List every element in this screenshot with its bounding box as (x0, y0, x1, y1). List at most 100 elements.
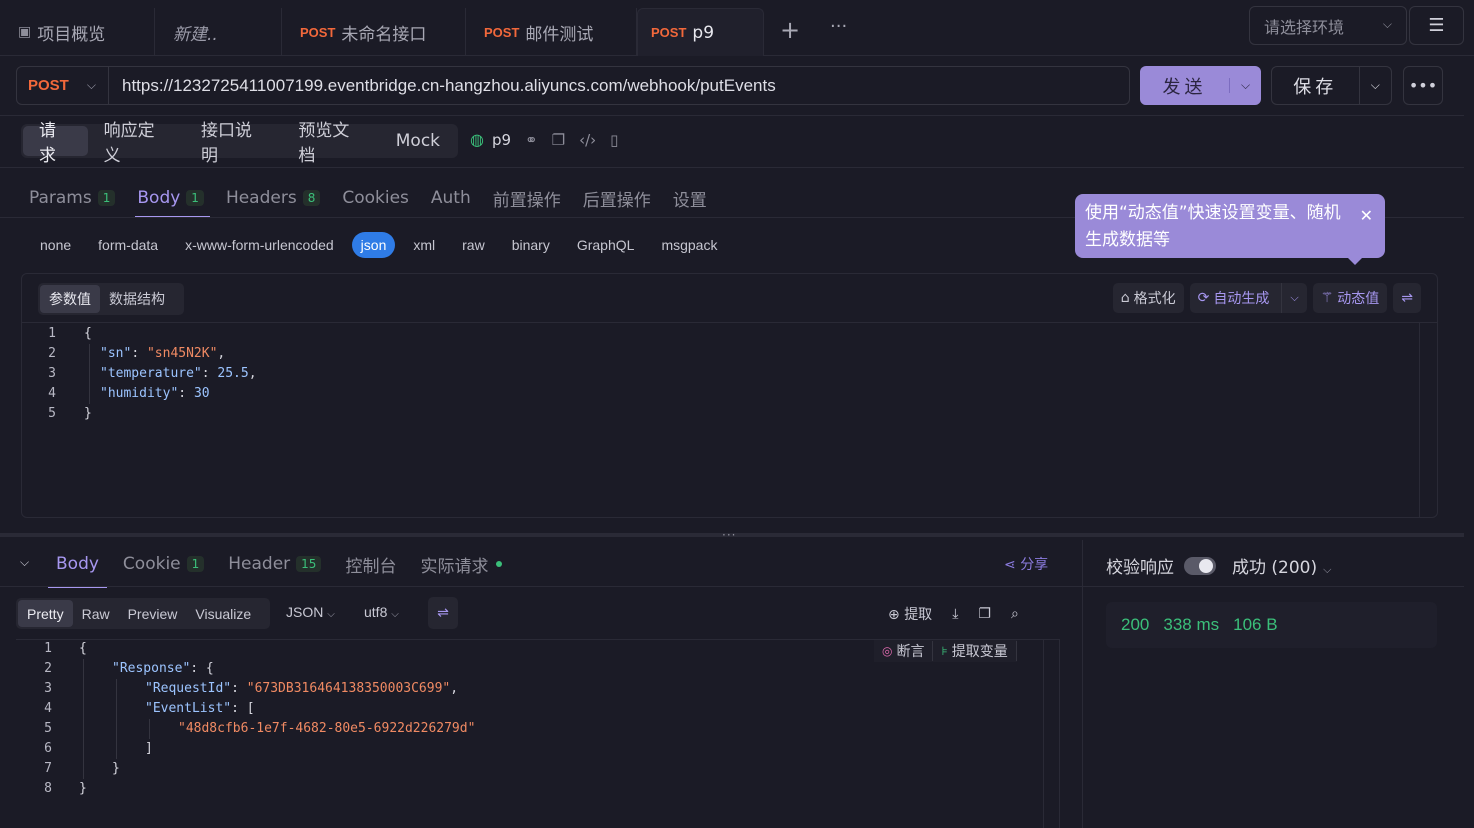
more-tabs-icon[interactable]: ··· (830, 16, 847, 37)
environment-select[interactable]: 请选择环境 ⌵ (1249, 6, 1407, 45)
tab-console[interactable]: 控制台 (345, 546, 396, 582)
link-icon[interactable]: ⚭ (525, 131, 538, 149)
tab-response-header[interactable]: Header 15 (228, 546, 322, 582)
tab-post-actions[interactable]: 后置操作 (583, 180, 651, 216)
copy-icon[interactable]: ❐ (978, 606, 991, 622)
indent-guide (149, 719, 150, 739)
response-size: 106 B (1233, 615, 1278, 634)
tab-mock[interactable]: Mock (380, 126, 456, 156)
chevron-down-icon[interactable]: ⌵ (1229, 78, 1261, 93)
tab-preview-doc[interactable]: 预览文档 (282, 121, 379, 166)
body-type-graphql[interactable]: GraphQL (577, 237, 635, 253)
status-dot (496, 561, 503, 567)
code-icon[interactable]: ‹/› (579, 131, 596, 149)
box-icon: ▣ (18, 24, 32, 40)
add-tab-icon[interactable]: + (780, 16, 800, 44)
tab-params[interactable]: Params 1 (29, 180, 116, 216)
tab-settings[interactable]: 设置 (673, 180, 707, 216)
scrollbar[interactable] (1043, 640, 1044, 828)
status-select[interactable]: 成功 (200) ⌵ (1232, 553, 1331, 578)
wrap-icon[interactable]: ⇌ (428, 597, 458, 629)
url-input[interactable]: https://1232725411007199.eventbridge.cn-… (109, 76, 776, 96)
indent-guide (83, 659, 84, 779)
tab-auth[interactable]: Auth (431, 180, 471, 216)
tab-response-cookie[interactable]: Cookie 1 (123, 546, 205, 582)
tab-mail-test[interactable]: POST 邮件测试 (466, 8, 637, 56)
status-code: 200 (1121, 615, 1150, 634)
verify-toggle[interactable] (1184, 556, 1216, 575)
tab-cookies[interactable]: Cookies (342, 180, 409, 216)
send-button[interactable]: 发送 ⌵ (1140, 66, 1261, 105)
magic-wand-icon: ⚚ (1320, 290, 1334, 306)
tab-api-description[interactable]: 接口说明 (185, 121, 282, 166)
tab-actual-request[interactable]: 实际请求 (420, 546, 503, 582)
collapse-chevron-icon[interactable]: ⌵ (20, 555, 29, 570)
response-tabs: Body Cookie 1 Header 15 控制台 实际请求 (48, 546, 526, 588)
chevron-down-icon: ⌵ (1382, 17, 1392, 31)
tab-response-definition[interactable]: 响应定义 (88, 121, 185, 166)
method-select[interactable]: POST ⌵ (17, 67, 109, 104)
divider (0, 167, 1464, 168)
globe-icon[interactable]: ◍ (470, 130, 484, 149)
tab-body[interactable]: Body 1 (135, 180, 210, 218)
copy-icon[interactable]: ❐ (552, 131, 565, 149)
drag-handle-icon[interactable]: ··· (722, 528, 736, 542)
language-select[interactable]: JSON ⌵ (286, 604, 335, 620)
divider (0, 586, 1082, 587)
format-button[interactable]: ⌂ 格式化 (1112, 283, 1184, 313)
dynamic-value-button[interactable]: ⚚ 动态值 (1312, 283, 1388, 313)
share-button[interactable]: ⋖ 分享 (1004, 554, 1048, 574)
encoding-select[interactable]: utf8 ⌵ (364, 604, 399, 620)
close-icon[interactable]: ✕ (1360, 202, 1373, 229)
panel-icon[interactable]: ▯ (610, 131, 618, 149)
body-type-binary[interactable]: binary (512, 237, 550, 253)
tab-data-structure[interactable]: 数据结构 (100, 285, 174, 313)
request-body-editor: 参数值 数据结构 ⌂ 格式化 ⟳ 自动生成 ⌵ ⚚ 动态值 ⇌ 1{ 2 "sn": "… (21, 273, 1438, 518)
body-type-raw[interactable]: raw (462, 237, 485, 253)
tab-unnamed-api[interactable]: POST 未命名接口 (282, 8, 466, 56)
chevron-down-icon[interactable]: ⌵ (1358, 67, 1391, 104)
api-meta: ◍ p9 ⚭ ❐ ‹/› ▯ (470, 130, 618, 149)
divider (1083, 586, 1464, 587)
body-type-urlencoded[interactable]: x-www-form-urlencoded (185, 237, 334, 253)
tab-preview[interactable]: Preview (119, 600, 187, 627)
more-options-icon[interactable]: ••• (1403, 66, 1443, 105)
response-code-lines[interactable]: 1{ 2 "Response": { 3 "RequestId": "673DB31… (16, 639, 1016, 799)
tab-response-body[interactable]: Body (48, 546, 107, 588)
save-button[interactable]: 保存 ⌵ (1271, 66, 1392, 105)
wrap-icon[interactable]: ⇌ (1393, 283, 1421, 313)
chevron-down-icon: ⌵ (1323, 563, 1332, 576)
tab-headers[interactable]: Headers 8 (226, 180, 321, 216)
tab-pretty[interactable]: Pretty (18, 600, 73, 627)
body-type-json[interactable]: json (351, 232, 396, 258)
tab-raw[interactable]: Raw (73, 600, 119, 627)
chevron-down-icon: ⌵ (327, 609, 335, 620)
tab-visualize[interactable]: Visualize (186, 600, 260, 627)
share-icon: ⋖ (1004, 557, 1016, 573)
body-type-form-data[interactable]: form-data (98, 237, 158, 253)
editor-tools: ⌂ 格式化 ⟳ 自动生成 ⌵ ⚚ 动态值 ⇌ (1112, 283, 1421, 313)
tab-new[interactable]: 新建.. (155, 8, 282, 56)
divider (22, 322, 1437, 323)
api-name[interactable]: p9 (492, 131, 511, 149)
url-bar: POST ⌵ https://1232725411007199.eventbri… (16, 66, 1130, 105)
chevron-down-icon[interactable]: ⌵ (1281, 283, 1306, 313)
extract-button[interactable]: ⊕ 提取 (888, 604, 932, 624)
search-icon[interactable]: ⌕ (1011, 606, 1019, 622)
response-stats: 200 338 ms 106 B (1106, 602, 1437, 648)
download-icon[interactable]: ⤓ (952, 606, 958, 622)
response-time: 338 ms (1163, 615, 1220, 634)
tab-param-values[interactable]: 参数值 (40, 285, 100, 313)
body-type-msgpack[interactable]: msgpack (661, 237, 717, 253)
tab-request[interactable]: 请求 (23, 121, 88, 166)
tab-project-overview[interactable]: ▣ 项目概览 (0, 8, 155, 56)
auto-generate-button[interactable]: ⟳ 自动生成 ⌵ (1189, 283, 1307, 313)
body-type-none[interactable]: none (40, 237, 71, 253)
scrollbar[interactable] (1419, 323, 1420, 517)
menu-icon[interactable]: ☰ (1409, 6, 1464, 45)
request-segments: 请求 响应定义 接口说明 预览文档 Mock (21, 121, 458, 166)
tab-p9[interactable]: POST p9 (637, 8, 764, 56)
body-type-xml[interactable]: xml (413, 237, 435, 253)
tab-pre-actions[interactable]: 前置操作 (493, 180, 561, 216)
editor-mode-tabs: 参数值 数据结构 (38, 283, 184, 315)
